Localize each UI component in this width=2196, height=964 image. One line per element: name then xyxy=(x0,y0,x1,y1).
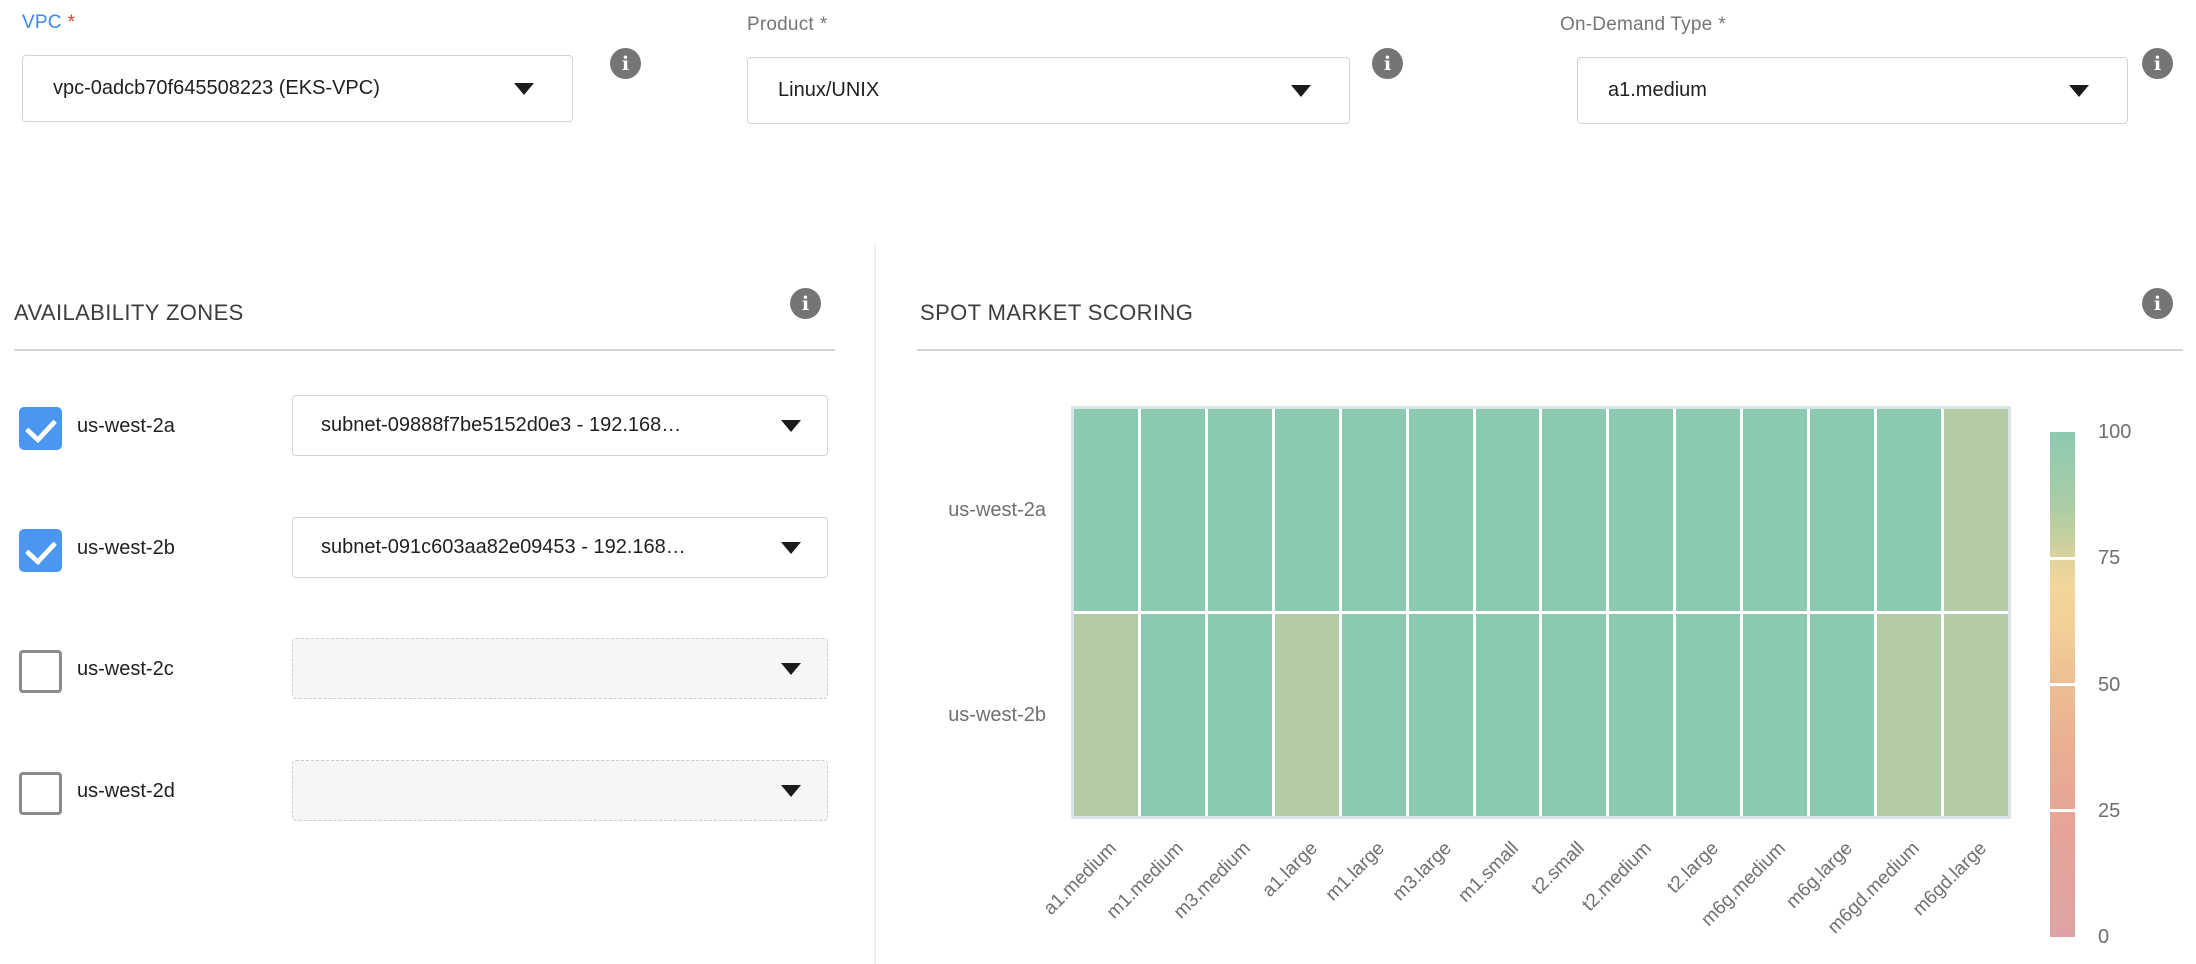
heatmap-cell-us-west-2a-t2.small[interactable] xyxy=(1542,409,1606,611)
heatmap-cell-us-west-2a-t2.medium[interactable] xyxy=(1609,409,1673,611)
heatmap-cell-us-west-2a-m3.medium[interactable] xyxy=(1208,409,1272,611)
heatmap-cell-us-west-2a-m6gd.large[interactable] xyxy=(1944,409,2008,611)
spot-market-scoring-title: SPOT MARKET SCORING xyxy=(920,300,1193,326)
subnet-select-us-west-2a[interactable]: subnet-09888f7be5152d0e3 - 192.168… xyxy=(292,395,828,456)
on-demand-type-label: On-Demand Type * xyxy=(1560,14,1726,36)
availability-zones-info-icon[interactable]: i xyxy=(790,288,821,319)
heatmap-row-label: us-west-2a xyxy=(876,499,1046,522)
heatmap-grid xyxy=(1074,409,2008,816)
chevron-down-icon xyxy=(781,785,801,797)
chevron-down-icon xyxy=(781,542,801,554)
heatmap-cell-us-west-2b-t2.small[interactable] xyxy=(1542,614,1606,816)
heatmap-row-label: us-west-2b xyxy=(876,704,1046,727)
heatmap-cell-us-west-2a-a1.large[interactable] xyxy=(1275,409,1339,611)
colorbar-tick-label: 75 xyxy=(2098,547,2168,570)
subnet-select-value: subnet-091c603aa82e09453 - 192.168… xyxy=(293,536,781,559)
subnet-select-us-west-2d[interactable] xyxy=(292,760,828,821)
heatmap-cell-us-west-2a-a1.medium[interactable] xyxy=(1074,409,1138,611)
heatmap-cell-us-west-2b-a1.large[interactable] xyxy=(1275,614,1339,816)
on-demand-type-select[interactable]: a1.medium xyxy=(1577,57,2128,124)
colorbar-tick-label: 25 xyxy=(2098,800,2168,823)
heatmap-cell-us-west-2b-a1.medium[interactable] xyxy=(1074,614,1138,816)
chevron-down-icon xyxy=(514,83,534,95)
az-row: us-west-2a subnet-09888f7be5152d0e3 - 192… xyxy=(0,395,835,457)
az-zone-label: us-west-2a xyxy=(77,415,175,438)
spot-market-info-icon[interactable]: i xyxy=(2142,288,2173,319)
vpc-label-text: VPC xyxy=(22,12,62,33)
vpc-label: VPC * xyxy=(22,12,75,34)
panel-divider xyxy=(874,245,876,964)
product-required-asterisk: * xyxy=(820,14,828,35)
az-zone-label: us-west-2b xyxy=(77,537,175,560)
spot-market-divider xyxy=(917,349,2183,351)
spot-instance-config-page: VPC * vpc-0adcb70f645508223 (EKS-VPC) i P… xyxy=(0,0,2196,964)
az-checkbox-us-west-2b[interactable] xyxy=(19,529,62,572)
heatmap-cell-us-west-2b-m6gd.large[interactable] xyxy=(1944,614,2008,816)
az-checkbox-us-west-2d[interactable] xyxy=(19,772,62,815)
colorbar-tick-label: 100 xyxy=(2098,421,2168,444)
az-checkbox-us-west-2c[interactable] xyxy=(19,650,62,693)
heatmap-cell-us-west-2a-m3.large[interactable] xyxy=(1409,409,1473,611)
heatmap-cell-us-west-2b-m6gd.medium[interactable] xyxy=(1877,614,1941,816)
az-row: us-west-2b subnet-091c603aa82e09453 - 192… xyxy=(0,517,835,579)
colorbar-separator xyxy=(2050,683,2075,686)
az-checkbox-us-west-2a[interactable] xyxy=(19,407,62,450)
product-label-text: Product xyxy=(747,14,814,35)
az-row: us-west-2c xyxy=(0,638,835,700)
heatmap-cell-us-west-2b-m1.medium[interactable] xyxy=(1141,614,1205,816)
heatmap-cell-us-west-2b-m3.large[interactable] xyxy=(1409,614,1473,816)
heatmap-cell-us-west-2a-m1.medium[interactable] xyxy=(1141,409,1205,611)
heatmap-cell-us-west-2a-m1.small[interactable] xyxy=(1476,409,1540,611)
colorbar-separator xyxy=(2050,809,2075,812)
chevron-down-icon xyxy=(1291,85,1311,97)
chevron-down-icon xyxy=(781,420,801,432)
product-select-value: Linux/UNIX xyxy=(748,79,1291,102)
heatmap-cell-us-west-2b-t2.large[interactable] xyxy=(1676,614,1740,816)
product-select[interactable]: Linux/UNIX xyxy=(747,57,1350,124)
vpc-required-asterisk: * xyxy=(68,12,76,33)
heatmap-cell-us-west-2a-m6g.medium[interactable] xyxy=(1743,409,1807,611)
heatmap-cell-us-west-2b-m3.medium[interactable] xyxy=(1208,614,1272,816)
subnet-select-us-west-2b[interactable]: subnet-091c603aa82e09453 - 192.168… xyxy=(292,517,828,578)
product-label: Product * xyxy=(747,14,828,36)
heatmap-cell-us-west-2b-m1.large[interactable] xyxy=(1342,614,1406,816)
chevron-down-icon xyxy=(781,663,801,675)
subnet-select-value: subnet-09888f7be5152d0e3 - 192.168… xyxy=(293,414,781,437)
colorbar-tick-label: 50 xyxy=(2098,674,2168,697)
az-zone-label: us-west-2c xyxy=(77,658,174,681)
heatmap-cell-us-west-2a-t2.large[interactable] xyxy=(1676,409,1740,611)
heatmap-cell-us-west-2b-m6g.medium[interactable] xyxy=(1743,614,1807,816)
spot-market-heatmap xyxy=(1071,406,2011,819)
heatmap-cell-us-west-2a-m6gd.medium[interactable] xyxy=(1877,409,1941,611)
product-info-icon[interactable]: i xyxy=(1372,48,1403,79)
on-demand-type-info-icon[interactable]: i xyxy=(2142,48,2173,79)
availability-zones-title: AVAILABILITY ZONES xyxy=(14,300,244,326)
on-demand-type-required-asterisk: * xyxy=(1718,14,1726,35)
vpc-select-value: vpc-0adcb70f645508223 (EKS-VPC) xyxy=(23,77,514,100)
heatmap-col-label: a1.medium xyxy=(986,838,1122,964)
heatmap-cell-us-west-2a-m6g.large[interactable] xyxy=(1810,409,1874,611)
az-zone-label: us-west-2d xyxy=(77,780,175,803)
heatmap-cell-us-west-2b-t2.medium[interactable] xyxy=(1609,614,1673,816)
heatmap-cell-us-west-2b-m1.small[interactable] xyxy=(1476,614,1540,816)
subnet-select-us-west-2c[interactable] xyxy=(292,638,828,699)
chevron-down-icon xyxy=(2069,85,2089,97)
on-demand-type-select-value: a1.medium xyxy=(1578,79,2069,102)
availability-zones-divider xyxy=(14,349,835,351)
heatmap-cell-us-west-2a-m1.large[interactable] xyxy=(1342,409,1406,611)
colorbar-separator xyxy=(2050,557,2075,560)
heatmap-cell-us-west-2b-m6g.large[interactable] xyxy=(1810,614,1874,816)
on-demand-type-label-text: On-Demand Type xyxy=(1560,14,1712,35)
vpc-select[interactable]: vpc-0adcb70f645508223 (EKS-VPC) xyxy=(22,55,573,122)
vpc-info-icon[interactable]: i xyxy=(610,48,641,79)
az-row: us-west-2d xyxy=(0,760,835,822)
colorbar-tick-label: 0 xyxy=(2098,926,2168,949)
